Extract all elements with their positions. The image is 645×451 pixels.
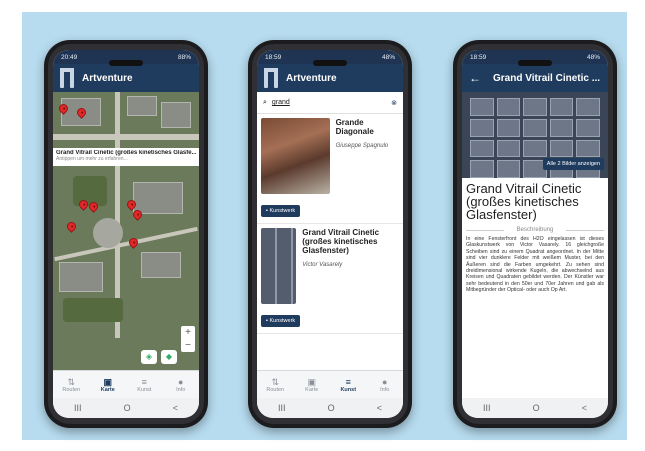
layers-icon[interactable]: ◈	[141, 350, 157, 364]
artwork-thumbnail	[261, 228, 297, 304]
home-button[interactable]: O	[533, 403, 540, 413]
artwork-thumbnail	[261, 118, 330, 194]
nav-karte[interactable]: ▣ Karte	[294, 371, 331, 398]
phone-detail: 18:59 48% ← Grand Vitrail Cinetic ... Al…	[453, 40, 617, 428]
popup-subtitle: Antippen um mehr zu erfahren...	[56, 156, 128, 162]
recent-apps-button[interactable]: III	[278, 403, 286, 413]
clear-search-icon[interactable]: ⊗	[391, 99, 397, 107]
result-name: Grande Diagonale	[335, 118, 374, 136]
battery-level: 48%	[381, 53, 395, 61]
status-time: 18:59	[265, 53, 282, 61]
phone-map: 20:49 88% Artventure Grand Vitrail Cinet…	[44, 40, 208, 428]
search-icon: ⌕	[263, 98, 267, 106]
detail-screen: 18:59 48% ← Grand Vitrail Cinetic ... Al…	[462, 50, 608, 418]
category-badge: ▪ Kunstwerk	[261, 205, 301, 217]
status-time: 18:59	[470, 53, 487, 61]
app-bar: Artventure	[53, 64, 199, 92]
artwork-pin[interactable]	[65, 220, 78, 233]
app-title: Grand Vitrail Cinetic ...	[493, 72, 601, 84]
result-card[interactable]: Grande Diagonale Giuseppe Spagnulo ▪ Kun…	[257, 114, 403, 224]
system-navigation: III O <	[257, 398, 403, 418]
artventure-logo-icon	[60, 68, 74, 88]
info-icon: ●	[178, 376, 184, 387]
nav-info[interactable]: ● Info	[163, 371, 200, 398]
battery-level: 48%	[586, 53, 600, 61]
search-bar[interactable]: ⌕ grand ⊗	[257, 92, 403, 114]
map-view[interactable]: Grand Vitrail Cinetic (großes kinetische…	[53, 92, 199, 370]
back-button[interactable]: <	[173, 403, 178, 413]
app-title: Artventure	[286, 72, 337, 84]
nav-kunst[interactable]: ≡ Kunst	[126, 371, 163, 398]
result-artist: Victor Vasarely	[302, 262, 343, 268]
info-icon: ●	[382, 376, 388, 387]
search-input[interactable]: grand	[272, 99, 391, 106]
zoom-in-icon[interactable]: +	[181, 326, 195, 339]
zoom-controls[interactable]: + −	[181, 326, 195, 352]
app-title: Artventure	[82, 72, 133, 84]
recent-apps-button[interactable]: III	[74, 403, 82, 413]
battery-level: 88%	[177, 53, 191, 61]
artwork-title: Grand Vitrail Cinetic (großes kinetische…	[466, 181, 582, 222]
result-name: Grand Vitrail Cinetic (großes kinetische…	[302, 228, 380, 255]
route-icon: ⇅	[67, 376, 76, 387]
bottom-navigation: ⇅ Routen ▣ Karte ≡ Kunst ● Info	[257, 370, 403, 398]
bottom-navigation: ⇅ Routen ▣ Karte ≡ Kunst ● Info	[53, 370, 199, 398]
artwork-image[interactable]: Alle 2 Bilder anzeigen	[462, 92, 608, 178]
home-button[interactable]: O	[328, 403, 335, 413]
nav-kunst[interactable]: ≡ Kunst	[330, 371, 367, 398]
artventure-logo-icon	[264, 68, 278, 88]
section-heading: Beschreibung	[462, 227, 608, 233]
map-icon: ▣	[307, 376, 316, 387]
nav-routen[interactable]: ⇅ Routen	[257, 371, 294, 398]
map-icon: ▣	[103, 376, 112, 387]
home-button[interactable]: O	[124, 403, 131, 413]
route-icon: ⇅	[271, 376, 280, 387]
recent-apps-button[interactable]: III	[483, 403, 491, 413]
list-icon: ≡	[345, 376, 351, 387]
nav-routen[interactable]: ⇅ Routen	[53, 371, 90, 398]
search-screen: 18:59 48% Artventure ⌕ grand ⊗ Grande Di…	[257, 50, 403, 418]
artwork-pin[interactable]	[127, 236, 140, 249]
artwork-description: In eine Fensterfront des H2O eingelassen…	[466, 236, 604, 294]
status-time: 20:49	[61, 53, 78, 61]
background: 20:49 88% Artventure Grand Vitrail Cinet…	[22, 12, 627, 440]
result-artist: Giuseppe Spagnulo	[335, 143, 389, 149]
map-screen: 20:49 88% Artventure Grand Vitrail Cinet…	[53, 50, 199, 418]
back-button[interactable]: <	[582, 403, 587, 413]
show-all-images-button[interactable]: Alle 2 Bilder anzeigen	[542, 158, 604, 170]
nav-karte[interactable]: ▣ Karte	[90, 371, 127, 398]
phone-search: 18:59 48% Artventure ⌕ grand ⊗ Grande Di…	[248, 40, 412, 428]
system-navigation: III O <	[462, 398, 608, 418]
list-icon: ≡	[141, 376, 147, 387]
zoom-out-icon[interactable]: −	[181, 339, 195, 352]
back-arrow-icon[interactable]: ←	[469, 71, 481, 85]
back-button[interactable]: <	[377, 403, 382, 413]
app-bar: ← Grand Vitrail Cinetic ...	[462, 64, 608, 92]
category-badge: ▪ Kunstwerk	[261, 315, 301, 327]
result-card[interactable]: Grand Vitrail Cinetic (großes kinetische…	[257, 224, 403, 334]
system-navigation: III O <	[53, 398, 199, 418]
app-bar: Artventure	[257, 64, 403, 92]
artwork-popup[interactable]: Grand Vitrail Cinetic (großes kinetische…	[53, 148, 199, 166]
nav-info[interactable]: ● Info	[367, 371, 404, 398]
google-maps-icon[interactable]: ◆	[161, 350, 177, 364]
